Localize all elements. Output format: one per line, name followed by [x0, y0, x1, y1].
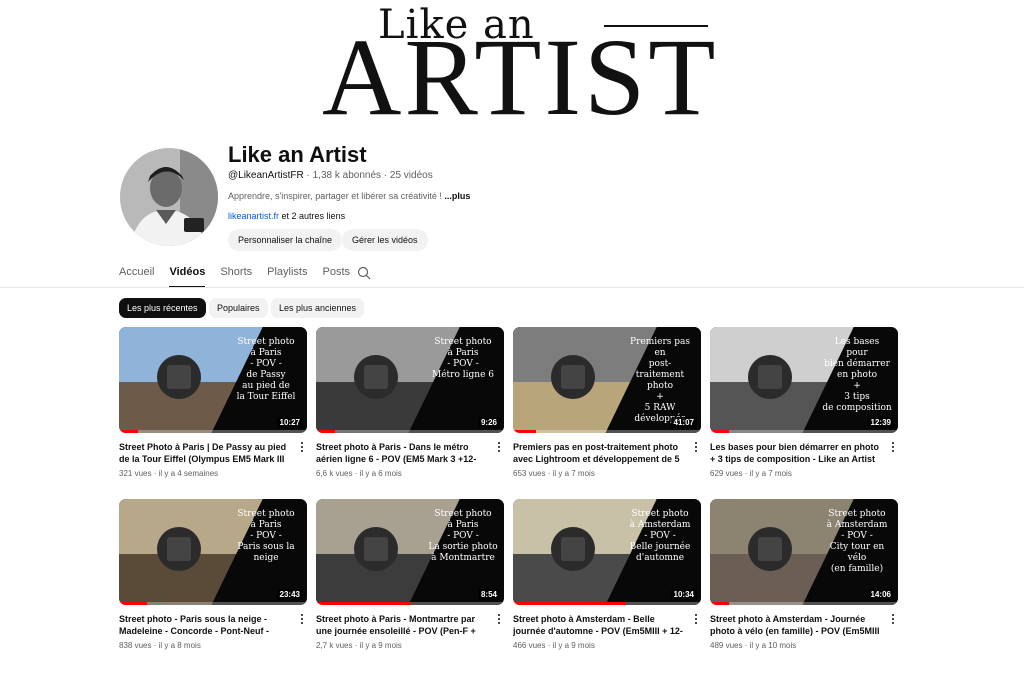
tab-posts[interactable]: Posts [322, 266, 350, 288]
tab-playlists[interactable]: Playlists [267, 266, 307, 288]
channel-meta: @LikeanArtistFR · 1,38 k abonnés · 25 vi… [228, 170, 433, 181]
watch-progress-bar [710, 430, 729, 433]
video-card[interactable]: Street photo à Paris - POV - La sortie p… [316, 499, 504, 650]
channel-description[interactable]: Apprendre, s'inspirer, partager et libér… [228, 191, 470, 201]
channel-tabs: Accueil Vidéos Shorts Playlists Posts [119, 266, 350, 288]
watch-progress-bar [513, 602, 626, 605]
video-meta: 838 vues · il y a 8 mois [119, 641, 201, 650]
video-duration: 9:26 [477, 417, 500, 428]
video-duration: 12:39 [867, 417, 894, 428]
video-duration: 41:07 [670, 417, 697, 428]
more-options-icon[interactable] [691, 440, 701, 454]
chip-most-recent[interactable]: Les plus récentes [119, 298, 206, 318]
search-icon[interactable] [357, 266, 371, 280]
video-meta: 489 vues · il y a 10 mois [710, 641, 797, 650]
thumbnail-caption: Street photo à Paris - POV - La sortie p… [428, 509, 498, 563]
watch-progress-bar [710, 602, 729, 605]
video-card[interactable]: Premiers pas en post-traitement photo + … [513, 327, 701, 478]
video-thumbnail[interactable]: Premiers pas en post-traitement photo + … [513, 327, 701, 433]
video-title[interactable]: Street Photo à Paris | De Passy au pied … [119, 441, 289, 465]
tabs-divider [0, 287, 1024, 288]
more-options-icon[interactable] [888, 440, 898, 454]
more-options-icon[interactable] [494, 612, 504, 626]
video-duration: 23:43 [276, 589, 303, 600]
video-thumbnail[interactable]: Street photo à Amsterdam - POV - Belle j… [513, 499, 701, 605]
watch-progress-track [316, 430, 504, 433]
channel-description-text: Apprendre, s'inspirer, partager et libér… [228, 191, 445, 201]
tab-home[interactable]: Accueil [119, 266, 154, 288]
watch-progress-track [119, 430, 307, 433]
thumbnail-caption: Street photo à Paris - POV - Métro ligne… [432, 337, 494, 380]
description-more-link[interactable]: ...plus [444, 191, 470, 201]
video-duration: 8:54 [477, 589, 500, 600]
video-meta: 653 vues · il y a 7 mois [513, 469, 595, 478]
thumbnail-caption: Premiers pas en post-traitement photo + … [630, 337, 690, 424]
watch-progress-bar [316, 602, 410, 605]
video-title[interactable]: Street photo à Paris - Dans le métro aér… [316, 441, 486, 465]
watch-progress-track [513, 430, 701, 433]
video-thumbnail[interactable]: Street photo à Paris - POV - La sortie p… [316, 499, 504, 605]
banner-logo-big: ARTIST [322, 16, 719, 138]
video-meta: 466 vues · il y a 9 mois [513, 641, 595, 650]
watch-progress-bar [316, 430, 335, 433]
more-options-icon[interactable] [297, 440, 307, 454]
video-card[interactable]: Les bases pour bien démarrer en photo + … [710, 327, 898, 478]
video-title[interactable]: Street photo à Amsterdam - Journée photo… [710, 613, 880, 637]
tab-shorts[interactable]: Shorts [220, 266, 252, 288]
video-title[interactable]: Street photo à Paris - Montmartre par un… [316, 613, 486, 637]
channel-banner: Like an ARTIST [0, 0, 1024, 135]
channel-handle: @LikeanArtistFR [228, 170, 304, 181]
thumbnail-caption: Street photo à Paris - POV - de Passy au… [236, 337, 296, 402]
video-duration: 10:34 [670, 589, 697, 600]
video-meta: 6,6 k vues · il y a 6 mois [316, 469, 402, 478]
tab-videos[interactable]: Vidéos [169, 266, 206, 288]
more-options-icon[interactable] [494, 440, 504, 454]
video-duration: 10:27 [276, 417, 303, 428]
manage-videos-button[interactable]: Gérer les vidéos [342, 229, 428, 251]
watch-progress-track [710, 430, 898, 433]
thumbnail-caption: Street photo à Amsterdam - POV - City to… [826, 509, 888, 574]
more-options-icon[interactable] [691, 612, 701, 626]
chip-popular[interactable]: Populaires [209, 298, 268, 318]
video-card[interactable]: Street photo à Paris - POV - Paris sous … [119, 499, 307, 650]
video-title[interactable]: Premiers pas en post-traitement photo av… [513, 441, 683, 465]
channel-name: Like an Artist [228, 142, 367, 167]
watch-progress-track [710, 602, 898, 605]
watch-progress-bar [119, 602, 148, 605]
customize-channel-button[interactable]: Personnaliser la chaîne [228, 229, 343, 251]
watch-progress-bar [513, 430, 536, 433]
channel-links: likeanartist.fr et 2 autres liens [228, 211, 345, 221]
other-links-link[interactable]: et 2 autres liens [279, 211, 346, 221]
video-title[interactable]: Les bases pour bien démarrer en photo + … [710, 441, 880, 465]
video-card[interactable]: Street photo à Amsterdam - POV - Belle j… [513, 499, 701, 650]
video-card[interactable]: Street photo à Paris - POV - de Passy au… [119, 327, 307, 478]
video-thumbnail[interactable]: Les bases pour bien démarrer en photo + … [710, 327, 898, 433]
video-title[interactable]: Street photo - Paris sous la neige - Mad… [119, 613, 289, 637]
video-meta: 629 vues · il y a 7 mois [710, 469, 792, 478]
video-title[interactable]: Street photo à Amsterdam - Belle journée… [513, 613, 683, 637]
channel-stats: · 1,38 k abonnés · 25 vidéos [303, 170, 433, 181]
video-card[interactable]: Street photo à Paris - POV - Métro ligne… [316, 327, 504, 478]
channel-avatar[interactable] [120, 148, 218, 246]
channel-website-link[interactable]: likeanartist.fr [228, 211, 279, 221]
video-thumbnail[interactable]: Street photo à Amsterdam - POV - City to… [710, 499, 898, 605]
chip-oldest[interactable]: Les plus anciennes [271, 298, 365, 318]
video-thumbnail[interactable]: Street photo à Paris - POV - de Passy au… [119, 327, 307, 433]
video-duration: 14:06 [867, 589, 894, 600]
video-meta: 2,7 k vues · il y a 9 mois [316, 641, 402, 650]
watch-progress-track [119, 602, 307, 605]
video-thumbnail[interactable]: Street photo à Paris - POV - Métro ligne… [316, 327, 504, 433]
watch-progress-bar [119, 430, 138, 433]
thumbnail-caption: Les bases pour bien démarrer en photo + … [822, 337, 892, 413]
more-options-icon[interactable] [297, 612, 307, 626]
video-thumbnail[interactable]: Street photo à Paris - POV - Paris sous … [119, 499, 307, 605]
video-meta: 321 vues · il y a 4 semaines [119, 469, 219, 478]
more-options-icon[interactable] [888, 612, 898, 626]
thumbnail-caption: Street photo à Paris - POV - Paris sous … [237, 509, 295, 563]
thumbnail-caption: Street photo à Amsterdam - POV - Belle j… [629, 509, 691, 563]
video-card[interactable]: Street photo à Amsterdam - POV - City to… [710, 499, 898, 650]
